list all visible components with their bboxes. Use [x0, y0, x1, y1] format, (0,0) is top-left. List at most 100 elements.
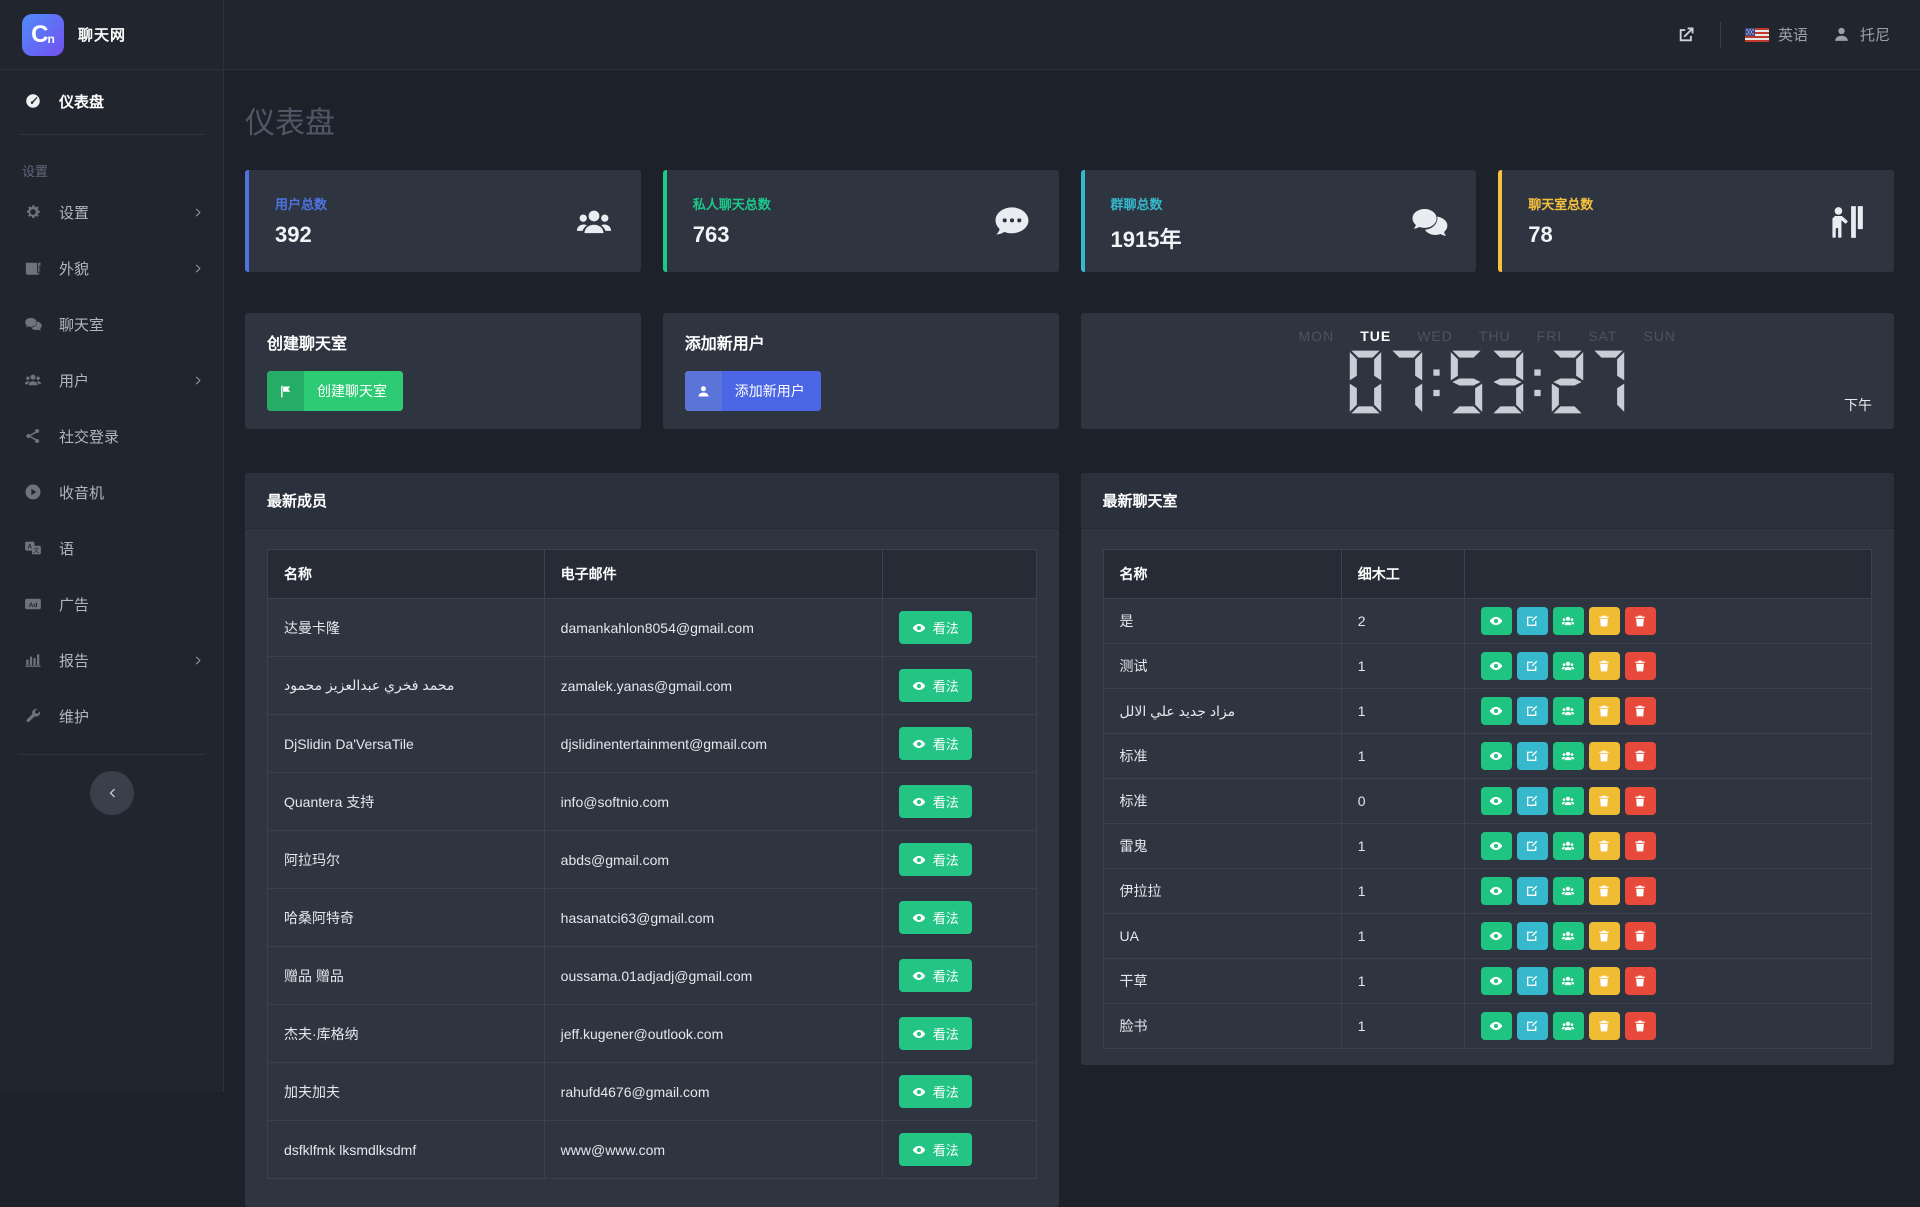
- room-row: 是2: [1103, 599, 1872, 644]
- room-members-button[interactable]: [1553, 832, 1584, 860]
- clear-room-button[interactable]: [1589, 607, 1620, 635]
- room-joiners: 1: [1341, 914, 1464, 959]
- view-member-button[interactable]: 看法: [899, 1017, 972, 1050]
- view-room-button[interactable]: [1481, 832, 1512, 860]
- clear-room-button[interactable]: [1589, 922, 1620, 950]
- room-members-button[interactable]: [1553, 1012, 1584, 1040]
- sidebar-item[interactable]: 报告: [0, 632, 223, 688]
- view-member-button[interactable]: 看法: [899, 785, 972, 818]
- sidebar-item[interactable]: Ad广告: [0, 576, 223, 632]
- view-room-button[interactable]: [1481, 922, 1512, 950]
- delete-room-button[interactable]: [1625, 652, 1656, 680]
- sidebar-item[interactable]: 用户: [0, 352, 223, 408]
- sidebar-item[interactable]: A文语: [0, 520, 223, 576]
- clear-room-button[interactable]: [1589, 742, 1620, 770]
- room-members-button[interactable]: [1553, 877, 1584, 905]
- view-room-button[interactable]: [1481, 787, 1512, 815]
- view-room-button[interactable]: [1481, 877, 1512, 905]
- view-member-button[interactable]: 看法: [899, 1075, 972, 1108]
- sidebar-item[interactable]: 聊天室: [0, 296, 223, 352]
- member-name: DjSlidin Da'VersaTile: [268, 715, 545, 773]
- edit-room-button[interactable]: [1517, 652, 1548, 680]
- create-room-card: 创建聊天室 创建聊天室: [245, 313, 641, 429]
- room-members-button[interactable]: [1553, 697, 1584, 725]
- sidebar-item[interactable]: 维护: [0, 688, 223, 744]
- view-member-button[interactable]: 看法: [899, 901, 972, 934]
- sidebar-item[interactable]: 设置: [0, 184, 223, 240]
- clear-room-button[interactable]: [1589, 652, 1620, 680]
- eye-icon: [1489, 614, 1503, 628]
- edit-room-button[interactable]: [1517, 697, 1548, 725]
- delete-room-button[interactable]: [1625, 922, 1656, 950]
- room-members-button[interactable]: [1553, 922, 1584, 950]
- clear-room-button[interactable]: [1589, 1012, 1620, 1040]
- delete-room-button[interactable]: [1625, 877, 1656, 905]
- add-user-button[interactable]: 添加新用户: [685, 371, 821, 411]
- edit-room-button[interactable]: [1517, 607, 1548, 635]
- edit-room-button[interactable]: [1517, 832, 1548, 860]
- clear-room-button[interactable]: [1589, 832, 1620, 860]
- brand[interactable]: C n 聊天网: [0, 0, 224, 69]
- clear-room-button[interactable]: [1589, 967, 1620, 995]
- edit-room-button[interactable]: [1517, 787, 1548, 815]
- eye-icon: [912, 737, 926, 751]
- edit-room-button[interactable]: [1517, 922, 1548, 950]
- language-menu[interactable]: 英语: [1745, 24, 1808, 45]
- clear-room-button[interactable]: [1589, 877, 1620, 905]
- trash-icon: [1597, 704, 1611, 718]
- member-row: محمد فخري عبدالعزيز محمودzamalek.yanas@g…: [268, 657, 1037, 715]
- clear-room-button[interactable]: [1589, 697, 1620, 725]
- delete-room-button[interactable]: [1625, 832, 1656, 860]
- edit-icon: [1525, 1019, 1539, 1033]
- room-members-button[interactable]: [1553, 652, 1584, 680]
- member-email: damankahlon8054@gmail.com: [544, 599, 882, 657]
- sidebar-item[interactable]: 外貌: [0, 240, 223, 296]
- view-member-button[interactable]: 看法: [899, 611, 972, 644]
- delete-room-button[interactable]: [1625, 742, 1656, 770]
- view-member-button[interactable]: 看法: [899, 959, 972, 992]
- create-room-button[interactable]: 创建聊天室: [267, 371, 403, 411]
- view-room-button[interactable]: [1481, 607, 1512, 635]
- stat-label: 群聊总数: [1111, 194, 1453, 213]
- delete-room-button[interactable]: [1625, 697, 1656, 725]
- trash-icon: [1633, 749, 1647, 763]
- view-room-button[interactable]: [1481, 652, 1512, 680]
- delete-room-button[interactable]: [1625, 1012, 1656, 1040]
- edit-room-button[interactable]: [1517, 877, 1548, 905]
- view-button-label: 看法: [933, 1024, 959, 1043]
- room-name: 标准: [1103, 779, 1341, 824]
- delete-room-button[interactable]: [1625, 607, 1656, 635]
- view-member-button[interactable]: 看法: [899, 843, 972, 876]
- edit-room-button[interactable]: [1517, 967, 1548, 995]
- sidebar-item[interactable]: 收音机: [0, 464, 223, 520]
- edit-room-button[interactable]: [1517, 742, 1548, 770]
- view-room-button[interactable]: [1481, 967, 1512, 995]
- view-room-button[interactable]: [1481, 1012, 1512, 1040]
- sidebar-collapse-button[interactable]: [90, 771, 134, 815]
- edit-icon: [1525, 659, 1539, 673]
- room-name: UA: [1103, 914, 1341, 959]
- user-menu[interactable]: 托尼: [1832, 24, 1890, 45]
- delete-room-button[interactable]: [1625, 967, 1656, 995]
- view-member-button[interactable]: 看法: [899, 727, 972, 760]
- view-room-button[interactable]: [1481, 697, 1512, 725]
- room-members-button[interactable]: [1553, 967, 1584, 995]
- room-members-button[interactable]: [1553, 607, 1584, 635]
- chevron-right-icon: [192, 262, 205, 275]
- sidebar-item-label: 设置: [59, 202, 89, 223]
- sidebar-item-dashboard[interactable]: 仪表盘: [0, 78, 223, 124]
- room-members-button[interactable]: [1553, 787, 1584, 815]
- sidebar-item-label: 用户: [59, 370, 89, 391]
- eye-icon: [1489, 659, 1503, 673]
- external-link-icon[interactable]: [1676, 25, 1696, 45]
- member-actions: 看法: [882, 831, 1036, 889]
- eye-icon: [912, 621, 926, 635]
- sidebar-item[interactable]: 社交登录: [0, 408, 223, 464]
- room-members-button[interactable]: [1553, 742, 1584, 770]
- clear-room-button[interactable]: [1589, 787, 1620, 815]
- view-member-button[interactable]: 看法: [899, 1133, 972, 1166]
- view-member-button[interactable]: 看法: [899, 669, 972, 702]
- view-room-button[interactable]: [1481, 742, 1512, 770]
- edit-room-button[interactable]: [1517, 1012, 1548, 1040]
- delete-room-button[interactable]: [1625, 787, 1656, 815]
